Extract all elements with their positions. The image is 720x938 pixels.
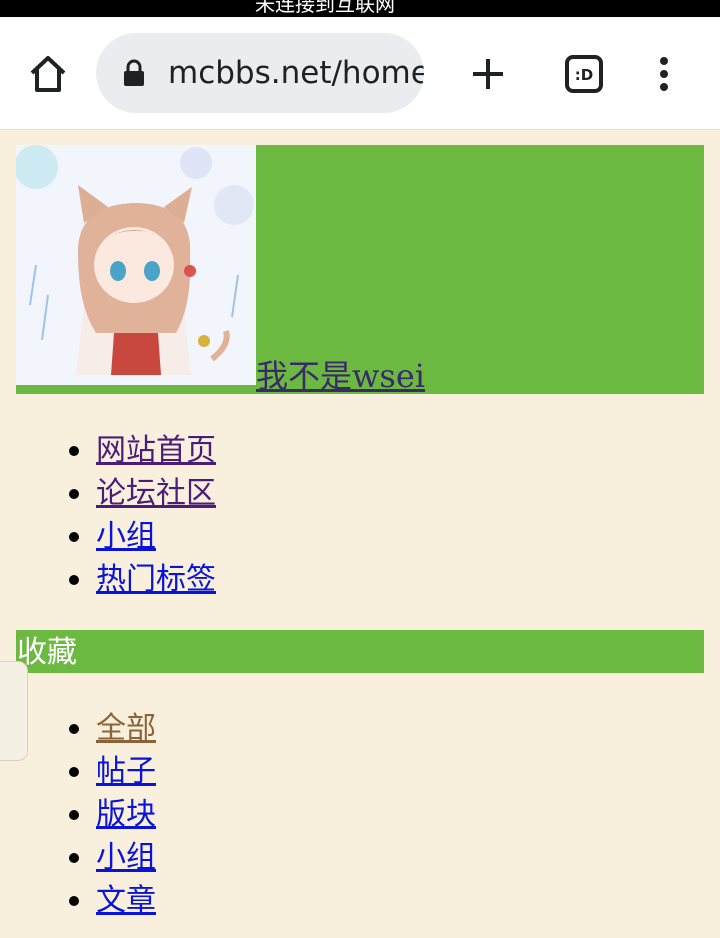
- nav-link-forum[interactable]: 论坛社区: [96, 476, 216, 511]
- favorites-list: 全部 帖子 版块 小组 文章: [69, 707, 156, 922]
- new-tab-button[interactable]: [464, 49, 512, 99]
- avatar-illustration: [16, 145, 256, 385]
- nav-link-home[interactable]: 网站首页: [96, 433, 216, 468]
- list-item: 小组: [69, 836, 156, 879]
- list-item: 论坛社区: [69, 472, 216, 515]
- list-item: 全部: [69, 707, 156, 750]
- fav-filter-posts[interactable]: 帖子: [96, 754, 156, 789]
- fav-filter-groups[interactable]: 小组: [96, 840, 156, 875]
- home-button[interactable]: [20, 49, 76, 99]
- nav-link-groups[interactable]: 小组: [96, 519, 156, 554]
- list-item: 热门标签: [69, 558, 216, 601]
- fav-filter-all[interactable]: 全部: [96, 711, 156, 746]
- user-avatar[interactable]: [16, 145, 256, 385]
- url-text: mcbbs.net/home: [168, 55, 424, 91]
- username-link[interactable]: 我不是wsei: [256, 351, 425, 397]
- side-drawer-handle[interactable]: [0, 661, 28, 761]
- more-options-button[interactable]: [644, 49, 684, 99]
- favorites-header: 收藏: [16, 630, 704, 673]
- network-status-text: 未连接到互联网: [255, 0, 395, 16]
- list-item: 文章: [69, 879, 156, 922]
- home-icon: [30, 56, 66, 92]
- browser-toolbar: mcbbs.net/home :D: [0, 17, 720, 130]
- tabs-icon: :D: [565, 55, 603, 93]
- more-vert-icon: [660, 57, 668, 91]
- plus-icon: [473, 59, 503, 89]
- lock-icon: [124, 59, 144, 86]
- avatar-frame-bottom: [16, 385, 256, 394]
- list-item: 小组: [69, 515, 216, 558]
- fav-filter-boards[interactable]: 版块: [96, 797, 156, 832]
- list-item: 网站首页: [69, 429, 216, 472]
- list-item: 版块: [69, 793, 156, 836]
- site-nav-list: 网站首页 论坛社区 小组 热门标签: [69, 429, 216, 601]
- system-status-bar: 未连接到互联网: [0, 0, 720, 17]
- list-item: 帖子: [69, 750, 156, 793]
- nav-link-hot-tags[interactable]: 热门标签: [96, 562, 216, 597]
- fav-filter-articles[interactable]: 文章: [96, 883, 156, 918]
- tab-switcher-button[interactable]: :D: [560, 49, 608, 99]
- address-bar[interactable]: mcbbs.net/home: [96, 33, 424, 113]
- tab-count-label: :D: [575, 66, 593, 84]
- profile-banner: 我不是wsei: [16, 145, 704, 397]
